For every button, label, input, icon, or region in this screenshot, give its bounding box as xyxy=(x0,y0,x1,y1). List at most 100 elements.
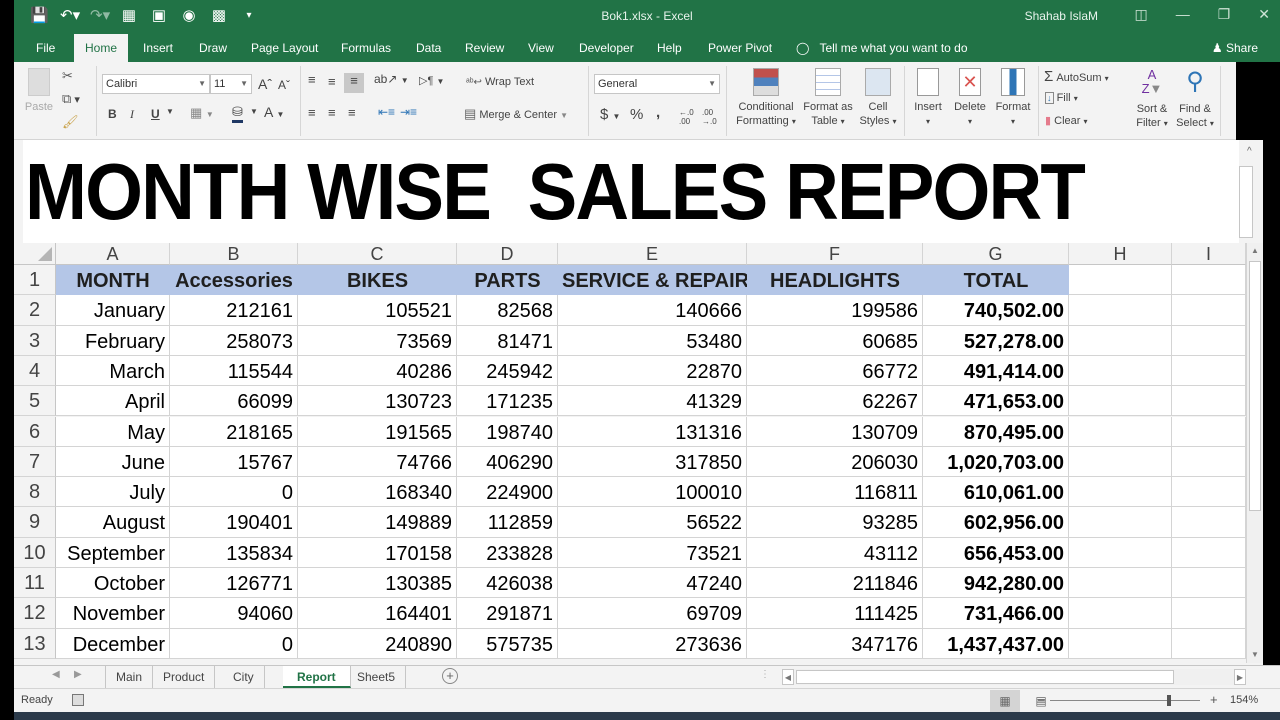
empty-cell[interactable] xyxy=(1069,386,1172,417)
currency-button[interactable]: $ ▼ xyxy=(600,106,620,123)
value-cell[interactable]: 130723 xyxy=(298,386,457,417)
row-header[interactable]: 1 xyxy=(14,265,56,296)
value-cell[interactable]: 258073 xyxy=(170,325,298,356)
value-cell[interactable]: 53480 xyxy=(558,325,747,356)
clear-button[interactable]: ▮ Clear ▾ xyxy=(1045,114,1088,127)
value-cell[interactable]: 15767 xyxy=(170,446,298,478)
header-cell[interactable]: BIKES xyxy=(298,265,457,296)
header-cell[interactable]: TOTAL xyxy=(923,265,1069,296)
sheet-tab-product[interactable]: Product xyxy=(153,666,216,688)
month-cell[interactable]: May xyxy=(56,416,170,447)
autosum-button[interactable]: Σ AutoSum ▾ xyxy=(1044,68,1109,85)
value-cell[interactable]: 135834 xyxy=(170,537,298,568)
empty-cell[interactable] xyxy=(1172,598,1246,629)
empty-cell[interactable] xyxy=(1069,628,1172,659)
sheet-tab-main[interactable]: Main xyxy=(105,666,154,688)
row-header[interactable]: 2 xyxy=(14,295,56,326)
empty-cell[interactable] xyxy=(1069,477,1172,508)
minimize-icon[interactable]: — xyxy=(1176,6,1190,23)
format-painter-icon[interactable]: 🖌 xyxy=(62,114,79,130)
italic-button[interactable]: I xyxy=(130,107,134,122)
value-cell[interactable]: 191565 xyxy=(298,416,457,447)
empty-cell[interactable] xyxy=(1069,295,1172,326)
empty-cell[interactable] xyxy=(1172,355,1246,387)
comma-button[interactable]: , xyxy=(656,104,660,121)
orientation-icon[interactable]: ab↗ ▼ xyxy=(374,72,409,86)
macro-recording-icon[interactable] xyxy=(72,694,84,706)
restore-icon[interactable]: ❐ xyxy=(1218,6,1231,23)
add-sheet-icon[interactable]: + xyxy=(442,668,458,684)
chevron-down-icon[interactable]: ▼ xyxy=(166,107,174,116)
month-cell[interactable]: August xyxy=(56,507,170,538)
value-cell[interactable]: 66772 xyxy=(747,355,923,387)
value-cell[interactable]: 273636 xyxy=(558,628,747,659)
tab-data[interactable]: Data xyxy=(412,34,445,62)
tab-page-layout[interactable]: Page Layout xyxy=(247,34,322,62)
value-cell[interactable]: 73569 xyxy=(298,325,457,356)
font-size-select[interactable]: 11 ▼ xyxy=(210,74,252,94)
row-header[interactable]: 6 xyxy=(14,416,56,447)
value-cell[interactable]: 40286 xyxy=(298,355,457,387)
empty-cell[interactable] xyxy=(1069,416,1172,447)
empty-cell[interactable] xyxy=(1172,325,1246,356)
value-cell[interactable]: 60685 xyxy=(747,325,923,356)
month-cell[interactable]: March xyxy=(56,355,170,387)
fill-button[interactable]: ↓ Fill ▾ xyxy=(1045,92,1078,104)
column-header-i[interactable]: I xyxy=(1172,243,1246,265)
value-cell[interactable]: 171235 xyxy=(457,386,558,417)
chevron-down-icon[interactable]: ▼ xyxy=(250,107,258,116)
value-cell[interactable]: 47240 xyxy=(558,568,747,599)
total-cell[interactable]: 491,414.00 xyxy=(923,355,1069,387)
formula-bar-expand[interactable] xyxy=(1239,166,1253,238)
empty-cell[interactable] xyxy=(1172,568,1246,599)
value-cell[interactable]: 126771 xyxy=(170,568,298,599)
value-cell[interactable]: 115544 xyxy=(170,355,298,387)
underline-button[interactable]: U xyxy=(151,107,160,121)
increase-decimal-icon[interactable]: ←.0.00 xyxy=(679,108,694,126)
value-cell[interactable]: 94060 xyxy=(170,598,298,629)
value-cell[interactable]: 66099 xyxy=(170,386,298,417)
value-cell[interactable]: 0 xyxy=(170,628,298,659)
value-cell[interactable]: 69709 xyxy=(558,598,747,629)
month-cell[interactable]: April xyxy=(56,386,170,417)
font-name-select[interactable]: Calibri ▼ xyxy=(102,74,210,94)
total-cell[interactable]: 731,466.00 xyxy=(923,598,1069,629)
header-cell[interactable]: MONTH xyxy=(56,265,170,296)
empty-cell[interactable] xyxy=(1172,477,1246,508)
value-cell[interactable]: 233828 xyxy=(457,537,558,568)
bold-button[interactable]: B xyxy=(108,107,117,121)
tab-insert[interactable]: Insert xyxy=(139,34,177,62)
column-header-a[interactable]: A xyxy=(56,243,170,265)
value-cell[interactable]: 93285 xyxy=(747,507,923,538)
copy-icon[interactable]: ⧉ ▾ xyxy=(62,91,80,107)
total-cell[interactable]: 656,453.00 xyxy=(923,537,1069,568)
empty-cell[interactable] xyxy=(1069,355,1172,387)
value-cell[interactable]: 426038 xyxy=(457,568,558,599)
row-header[interactable]: 4 xyxy=(14,355,56,387)
total-cell[interactable]: 610,061.00 xyxy=(923,477,1069,508)
scroll-left-icon[interactable]: ◀ xyxy=(782,669,794,685)
value-cell[interactable]: 211846 xyxy=(747,568,923,599)
zoom-out-icon[interactable]: – xyxy=(1038,692,1045,706)
share-button[interactable]: ♟ Share xyxy=(1212,34,1258,62)
total-cell[interactable]: 471,653.00 xyxy=(923,386,1069,417)
column-header-e[interactable]: E xyxy=(558,243,747,265)
decrease-decimal-icon[interactable]: .00 →.0 xyxy=(702,108,717,126)
column-header-c[interactable]: C xyxy=(298,243,457,265)
value-cell[interactable]: 130709 xyxy=(747,416,923,447)
increase-indent-icon[interactable]: ⇥≡ xyxy=(400,105,417,119)
total-cell[interactable]: 602,956.00 xyxy=(923,507,1069,538)
empty-cell[interactable] xyxy=(1069,325,1172,356)
value-cell[interactable]: 111425 xyxy=(747,598,923,629)
close-icon[interactable]: ✕ xyxy=(1258,6,1270,23)
total-cell[interactable]: 527,278.00 xyxy=(923,325,1069,356)
value-cell[interactable]: 22870 xyxy=(558,355,747,387)
value-cell[interactable]: 575735 xyxy=(457,628,558,659)
tab-file[interactable]: File xyxy=(32,34,59,62)
align-top-icon[interactable]: ≡ xyxy=(308,72,316,87)
row-header[interactable]: 13 xyxy=(14,628,56,659)
month-cell[interactable]: July xyxy=(56,477,170,508)
value-cell[interactable]: 81471 xyxy=(457,325,558,356)
header-cell[interactable]: SERVICE & REPAIRS xyxy=(558,265,747,296)
align-bottom-icon[interactable]: ≡ xyxy=(344,73,364,93)
